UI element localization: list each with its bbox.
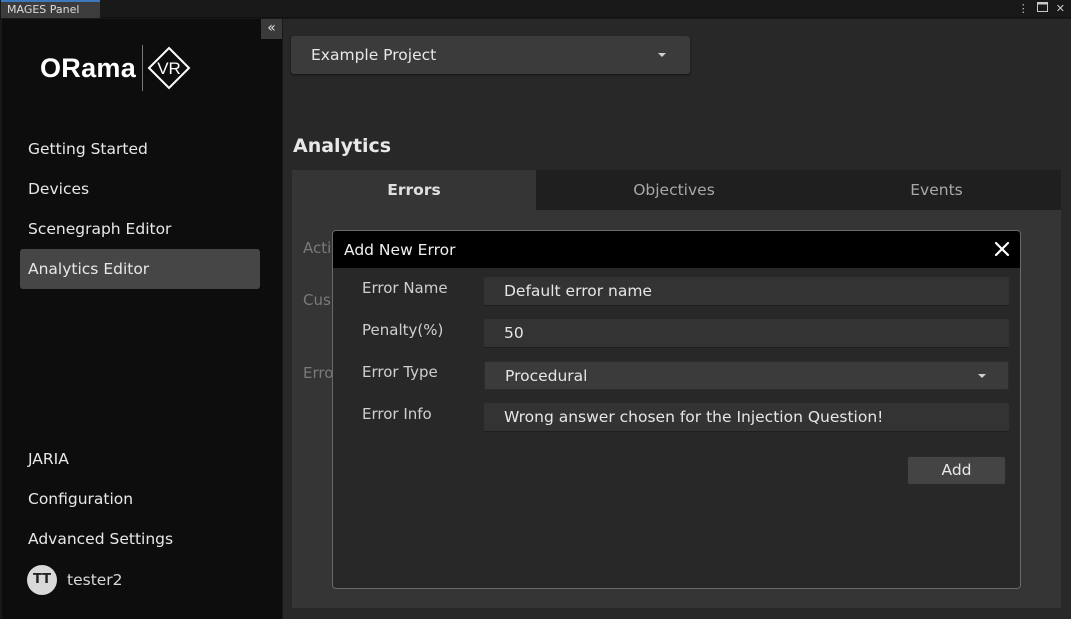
sidebar-item-advanced-settings[interactable]: Advanced Settings: [20, 519, 260, 559]
username: tester2: [67, 571, 123, 589]
dialog-header: Add New Error: [333, 231, 1020, 268]
error-name-label: Error Name: [362, 279, 448, 297]
project-dropdown[interactable]: Example Project: [291, 36, 690, 74]
error-type-value: Procedural: [505, 367, 588, 385]
tab-errors[interactable]: Errors: [292, 170, 536, 210]
orama-vr-logo: ORama VR: [40, 45, 191, 91]
background-label-custom: Cus: [303, 291, 331, 309]
caret-down-icon: [978, 374, 986, 378]
caret-down-icon: [658, 53, 666, 57]
user-profile[interactable]: TT tester2: [27, 565, 123, 595]
sidebar-item-scenegraph-editor[interactable]: Scenegraph Editor: [20, 209, 260, 249]
add-button[interactable]: Add: [907, 456, 1006, 485]
double-chevron-left-icon[interactable]: «: [261, 19, 282, 39]
section-title: Analytics: [293, 135, 392, 157]
error-type-dropdown[interactable]: Procedural: [484, 361, 1009, 390]
window-titlebar: MAGES Panel ⋮ ✕: [0, 0, 1071, 18]
analytics-tabs: Errors Objectives Events: [292, 170, 1061, 210]
error-name-field[interactable]: Default error name: [484, 277, 1009, 306]
error-info-label: Error Info: [362, 405, 432, 423]
avatar: TT: [27, 565, 57, 595]
dialog-title: Add New Error: [344, 241, 456, 259]
background-label-errors: Erro: [303, 364, 334, 382]
window-tab[interactable]: MAGES Panel: [1, 0, 100, 18]
project-dropdown-value: Example Project: [311, 46, 437, 64]
penalty-field[interactable]: 50: [484, 319, 1009, 348]
add-new-error-dialog: Add New Error Error Name Default error n…: [332, 230, 1021, 589]
error-type-label: Error Type: [362, 363, 438, 381]
error-info-field[interactable]: Wrong answer chosen for the Injection Qu…: [484, 403, 1009, 432]
maximize-icon[interactable]: [1036, 2, 1048, 16]
background-label-actions: Acti: [303, 239, 332, 257]
logo-divider: [142, 45, 144, 91]
kebab-menu-icon[interactable]: ⋮: [1018, 2, 1029, 16]
close-icon[interactable]: [992, 239, 1012, 259]
logo-badge-text: VR: [157, 59, 181, 78]
sidebar-item-devices[interactable]: Devices: [20, 169, 260, 209]
sidebar-item-getting-started[interactable]: Getting Started: [20, 129, 260, 169]
penalty-label: Penalty(%): [362, 321, 444, 339]
sidebar-item-jaria[interactable]: JARIA: [20, 439, 260, 479]
window-controls: ⋮ ✕: [1018, 1, 1065, 17]
close-icon[interactable]: ✕: [1056, 2, 1065, 16]
logo-text: ORama: [40, 52, 137, 83]
window-tab-title: MAGES Panel: [7, 3, 80, 16]
sidebar-item-configuration[interactable]: Configuration: [20, 479, 260, 519]
tab-events[interactable]: Events: [812, 170, 1061, 210]
tab-objectives[interactable]: Objectives: [556, 170, 792, 210]
vr-diamond-icon: VR: [147, 46, 191, 90]
sidebar-item-analytics-editor[interactable]: Analytics Editor: [20, 249, 260, 289]
